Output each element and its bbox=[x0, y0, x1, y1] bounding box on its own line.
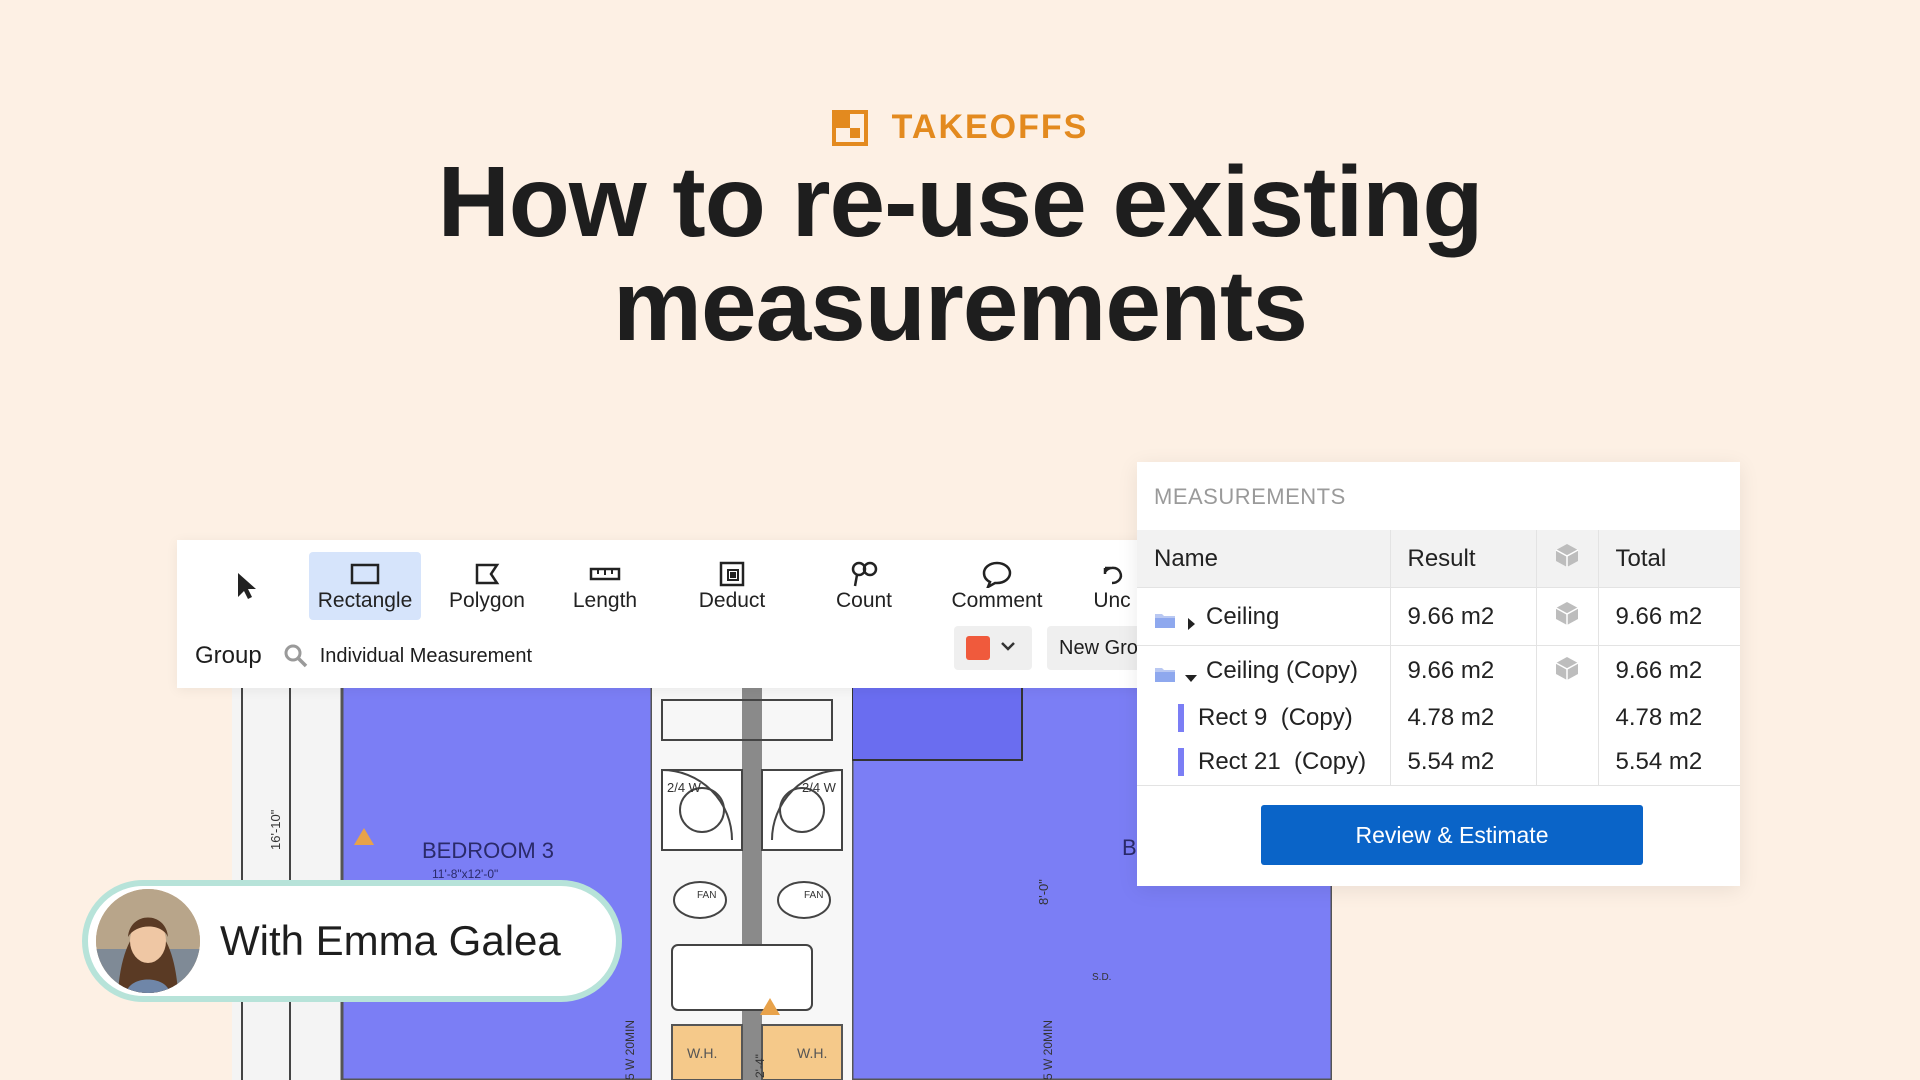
page-title: How to re-use existing measurements bbox=[0, 150, 1920, 358]
takeoff-toolbar: Rectangle Polygon Length Deduct Count Co… bbox=[177, 540, 1177, 688]
expand-caret-right-icon[interactable] bbox=[1184, 610, 1198, 630]
cube-icon bbox=[1555, 602, 1578, 625]
presenter-name: With Emma Galea bbox=[220, 917, 561, 964]
table-row[interactable]: Rect 21 (Copy) 5.54 m2 5.54 m2 bbox=[1137, 739, 1740, 786]
table-header-row: Name Result Total bbox=[1137, 530, 1740, 588]
presenter-badge: With Emma Galea bbox=[82, 880, 622, 1002]
deduct-tool-label: Deduct bbox=[698, 589, 766, 612]
takeoffs-logo-icon bbox=[831, 109, 868, 146]
measurements-table: Name Result Total Ceiling 9.66 m2 9.66 m… bbox=[1137, 530, 1740, 786]
group-label: Group bbox=[195, 642, 262, 669]
smoke-detector-label: S.D. bbox=[1092, 972, 1111, 983]
polygon-tool-button[interactable]: Polygon bbox=[437, 552, 537, 620]
review-estimate-button[interactable]: Review & Estimate bbox=[1261, 805, 1643, 865]
dimension-right: 8'-0" bbox=[1036, 879, 1051, 905]
page-title-line-1: How to re-use existing bbox=[437, 146, 1484, 258]
cursor-icon bbox=[230, 571, 264, 601]
row-total: 4.78 m2 bbox=[1615, 703, 1703, 731]
search-icon[interactable] bbox=[282, 642, 310, 670]
row-name: Rect 9 (Copy) bbox=[1198, 703, 1353, 731]
folder-icon bbox=[1154, 662, 1176, 682]
eyebrow-label: TAKEOFFS bbox=[891, 108, 1089, 146]
column-header-cube[interactable] bbox=[1536, 530, 1599, 588]
measurement-mode-label[interactable]: Individual Measurement bbox=[320, 645, 532, 668]
fan-label-2: FAN bbox=[804, 890, 823, 901]
table-row[interactable]: Rect 9 (Copy) 4.78 m2 4.78 m2 bbox=[1137, 696, 1740, 739]
row-name: Ceiling (Copy) bbox=[1206, 657, 1359, 684]
rectangle-tool-label: Rectangle bbox=[317, 589, 413, 612]
dimension-left: 16'-10" bbox=[268, 809, 283, 850]
room-label-b: B bbox=[1122, 835, 1137, 860]
dimension-bottom: 2'-4" bbox=[753, 1054, 767, 1078]
presenter-avatar bbox=[96, 889, 200, 993]
measurement-color-bar bbox=[1178, 748, 1184, 776]
rectangle-icon bbox=[348, 559, 382, 589]
chevron-down-icon bbox=[1000, 639, 1016, 657]
table-row[interactable]: Ceiling 9.66 m2 9.66 m2 bbox=[1137, 587, 1740, 646]
section-eyebrow: TAKEOFFS bbox=[0, 108, 1920, 147]
count-icon bbox=[847, 559, 881, 589]
page-title-line-2: measurements bbox=[613, 250, 1308, 362]
column-header-total[interactable]: Total bbox=[1598, 530, 1740, 588]
color-swatch bbox=[966, 636, 990, 660]
length-tool-label: Length bbox=[572, 589, 638, 612]
room-dimensions: 11'-8"x12'-0" bbox=[432, 867, 498, 881]
row-total: 5.54 m2 bbox=[1598, 739, 1740, 786]
cube-icon bbox=[1555, 656, 1578, 680]
count-tool-label: Count bbox=[835, 589, 893, 612]
table-row[interactable]: Ceiling (Copy) 9.66 m2 9.66 m2 bbox=[1137, 645, 1740, 696]
deduct-icon bbox=[715, 559, 749, 589]
undo-tool-label: Unc bbox=[1093, 589, 1131, 612]
comment-tool-button[interactable]: Comment bbox=[937, 552, 1057, 620]
row-name: Rect 21 (Copy) bbox=[1198, 748, 1367, 775]
comment-icon bbox=[980, 559, 1014, 589]
panel-title: MEASUREMENTS bbox=[1154, 484, 1346, 509]
row-result: 9.66 m2 bbox=[1390, 587, 1537, 646]
color-picker-dropdown[interactable] bbox=[954, 626, 1032, 670]
water-heater-label-2: W.H. bbox=[797, 1045, 827, 1061]
polygon-icon bbox=[470, 559, 504, 589]
measurement-color-bar bbox=[1178, 703, 1184, 732]
ruler-icon bbox=[588, 559, 622, 589]
fan-label-1: FAN bbox=[697, 890, 716, 901]
row-result: 9.66 m2 bbox=[1390, 645, 1537, 696]
row-name: Ceiling bbox=[1206, 602, 1280, 630]
deduct-tool-button[interactable]: Deduct bbox=[677, 552, 787, 620]
polygon-tool-label: Polygon bbox=[449, 589, 525, 612]
folder-icon bbox=[1154, 608, 1176, 628]
length-tool-button[interactable]: Length bbox=[555, 552, 655, 620]
row-result: 5.54 m2 bbox=[1390, 739, 1537, 786]
door-label-1: 2/4 W bbox=[667, 780, 702, 795]
closet-label-2: 5 W 20MIN bbox=[1041, 1020, 1055, 1080]
expand-caret-down-icon[interactable] bbox=[1184, 664, 1198, 682]
row-total: 9.66 m2 bbox=[1615, 657, 1703, 684]
count-tool-button[interactable]: Count bbox=[814, 552, 914, 620]
column-header-name[interactable]: Name bbox=[1137, 530, 1391, 588]
rectangle-tool-button[interactable]: Rectangle bbox=[309, 552, 421, 620]
column-header-result[interactable]: Result bbox=[1390, 530, 1537, 588]
undo-icon bbox=[1095, 559, 1129, 589]
door-label-2: 2/4 W bbox=[802, 780, 837, 795]
row-total: 9.66 m2 bbox=[1598, 587, 1740, 646]
measurements-panel: MEASUREMENTS Name Result Total Ceiling 9… bbox=[1137, 462, 1740, 886]
comment-tool-label: Comment bbox=[951, 589, 1043, 612]
water-heater-label-1: W.H. bbox=[687, 1045, 717, 1061]
row-result: 4.78 m2 bbox=[1390, 696, 1537, 739]
closet-label-1: 5 W 20MIN bbox=[623, 1020, 637, 1080]
group-row: Group Individual Measurement bbox=[195, 634, 532, 678]
cube-icon bbox=[1555, 544, 1578, 567]
room-label-bedroom-3: BEDROOM 3 bbox=[422, 838, 554, 863]
select-tool-button[interactable] bbox=[217, 552, 277, 620]
